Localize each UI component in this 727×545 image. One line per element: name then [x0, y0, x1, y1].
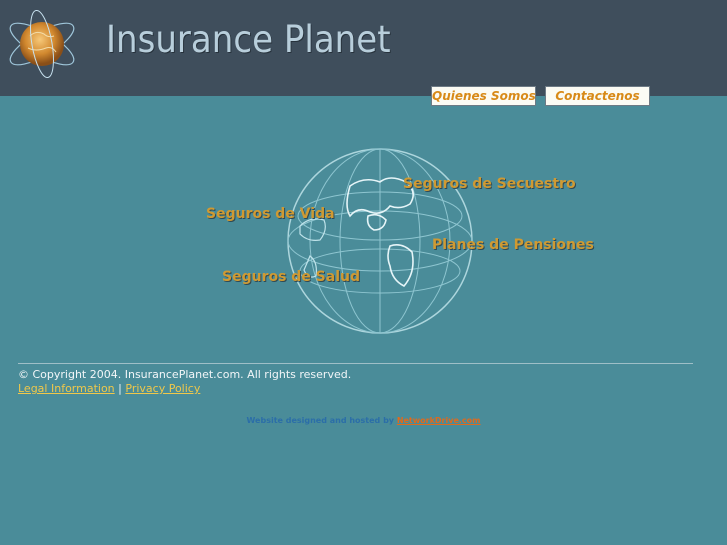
- copyright-text: © Copyright 2004. InsurancePlanet.com. A…: [18, 368, 352, 381]
- link-seguros-vida[interactable]: Seguros de Vida: [206, 206, 335, 222]
- link-seguros-salud[interactable]: Seguros de Salud: [222, 269, 360, 285]
- nav-about-button[interactable]: Quienes Somos: [431, 86, 536, 106]
- legal-links: Legal Information | Privacy Policy: [18, 382, 200, 395]
- link-planes-pensiones[interactable]: Planes de Pensiones: [432, 237, 594, 253]
- link-separator: |: [118, 382, 122, 395]
- site-header: Insurance Planet: [0, 0, 727, 96]
- nav-contact-button[interactable]: Contactenos: [545, 86, 650, 106]
- globe-atom-icon[interactable]: [4, 6, 82, 80]
- site-title: Insurance Planet: [106, 18, 391, 61]
- credit-link[interactable]: NetworkDrive.com: [397, 416, 481, 425]
- privacy-policy-link[interactable]: Privacy Policy: [125, 382, 200, 395]
- link-seguros-secuestro[interactable]: Seguros de Secuestro: [403, 176, 576, 192]
- footer-divider: [18, 363, 693, 364]
- site-credit: Website designed and hosted by NetworkDr…: [0, 416, 727, 425]
- credit-text: Website designed and hosted by: [246, 416, 395, 425]
- legal-information-link[interactable]: Legal Information: [18, 382, 115, 395]
